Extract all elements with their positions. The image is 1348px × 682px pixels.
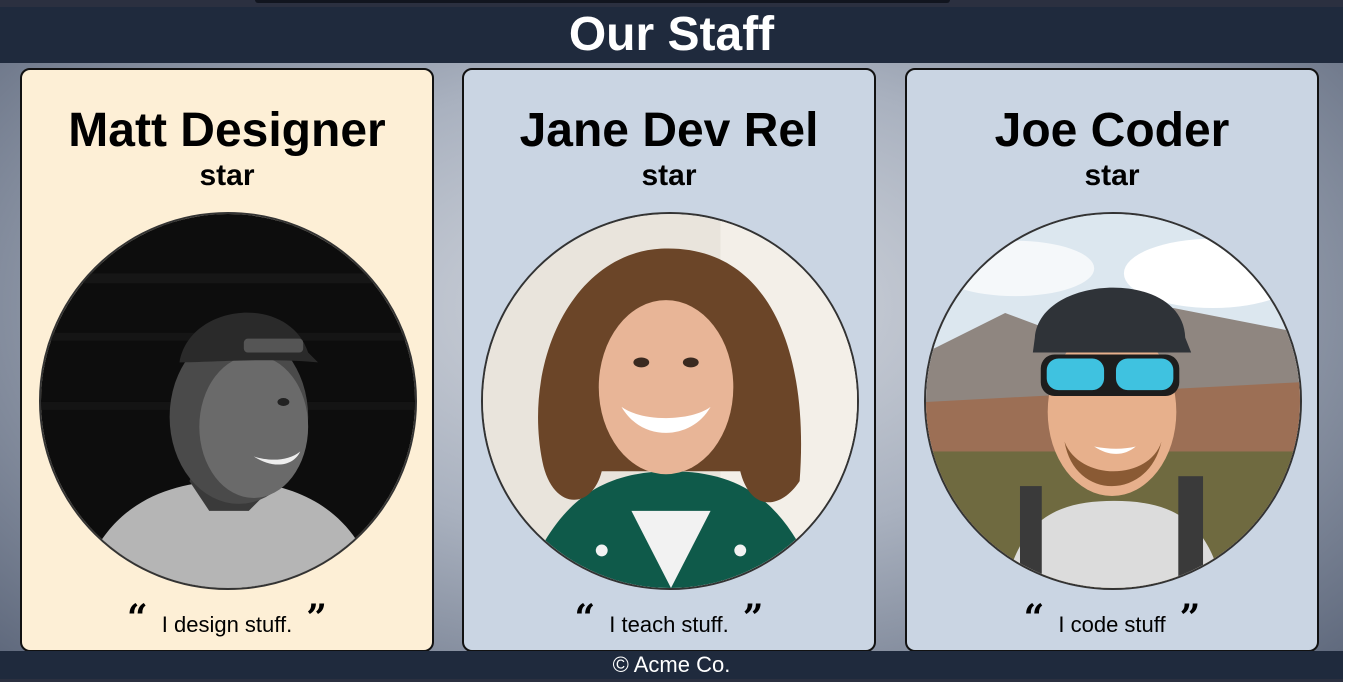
staff-quote: “ I design stuff. ” [22, 598, 432, 638]
staff-quote-text: I code stuff [1058, 612, 1166, 637]
staff-role: star [199, 159, 255, 192]
staff-quote-text: I design stuff. [161, 612, 293, 637]
staff-quote: “ I code stuff ” [907, 598, 1317, 638]
staff-name: Jane Dev Rel [519, 104, 819, 157]
page-title: Our Staff [568, 8, 775, 61]
close-quote-icon: ” [1179, 597, 1201, 639]
staff-photo [39, 212, 417, 590]
person-portrait-icon [41, 214, 415, 588]
close-quote-icon: ” [306, 597, 327, 639]
open-quote-icon: “ [1023, 597, 1045, 639]
open-quote-icon: “ [574, 597, 596, 639]
page-header: Our Staff [0, 7, 1343, 63]
staff-card-joe: Joe Coder star “ I code stuff ” [905, 68, 1319, 652]
staff-name: Matt Designer [68, 104, 386, 157]
scrollbar-edge [1343, 0, 1348, 682]
staff-photo [924, 212, 1302, 590]
staff-card-jane: Jane Dev Rel star “ I teach stuff. ” [462, 68, 876, 652]
person-portrait-icon [926, 214, 1300, 588]
page-footer: © Acme Co. [0, 651, 1343, 679]
staff-quote-text: I teach stuff. [609, 612, 729, 637]
staff-role: star [1084, 159, 1140, 192]
staff-photo [481, 212, 859, 590]
top-strip [0, 0, 1348, 7]
browser-bar [255, 0, 950, 3]
staff-quote: “ I teach stuff. ” [464, 598, 874, 638]
staff-role: star [641, 159, 697, 192]
open-quote-icon: “ [127, 597, 148, 639]
close-quote-icon: ” [742, 597, 764, 639]
copyright-text: © Acme Co. [612, 652, 731, 677]
staff-card-matt: Matt Designer star “ I design stuff. ” [20, 68, 434, 652]
person-portrait-icon [483, 214, 857, 588]
staff-name: Joe Coder [994, 104, 1230, 157]
